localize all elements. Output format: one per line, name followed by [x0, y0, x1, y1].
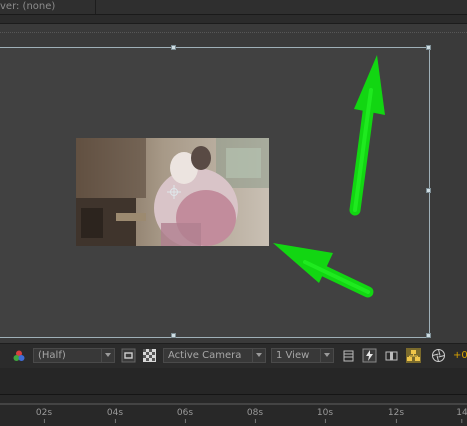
time-tick: 14 — [456, 408, 467, 423]
view-layout-value: 1 View — [276, 350, 310, 361]
resize-handle-top-right[interactable] — [426, 45, 431, 50]
chevron-down-icon — [252, 349, 265, 362]
grid-icon[interactable] — [341, 348, 356, 363]
exposure-value[interactable]: +0 — [453, 349, 467, 363]
resize-handle-bottom-right[interactable] — [426, 333, 431, 338]
header-divider — [95, 0, 96, 14]
shutter-icon[interactable] — [431, 348, 446, 363]
viewer-header: ver: (none) — [0, 0, 467, 15]
view-layout-dropdown[interactable]: 1 View — [271, 348, 334, 363]
anchor-point-icon[interactable] — [167, 185, 181, 199]
ruler-track — [0, 403, 467, 405]
time-tick: 04s — [107, 408, 123, 423]
time-tick: 06s — [177, 408, 193, 423]
pasteboard-guide — [0, 32, 467, 33]
resize-handle-middle-right[interactable] — [426, 188, 431, 193]
time-tick: 02s — [36, 408, 52, 423]
flowchart-icon[interactable] — [406, 348, 421, 363]
chevron-down-icon — [101, 349, 114, 362]
transparency-grid-icon[interactable] — [142, 348, 157, 363]
layer-label: ver: (none) — [0, 1, 56, 12]
camera-value: Active Camera — [168, 350, 242, 361]
time-tick: 08s — [247, 408, 263, 423]
viewer-controls-bar: (Half) Active Camera 1 View +0 — [0, 343, 467, 369]
resolution-dropdown[interactable]: (Half) — [33, 348, 115, 363]
time-tick: 12s — [388, 408, 404, 423]
time-tick: 10s — [317, 408, 333, 423]
color-channels-icon[interactable] — [12, 349, 26, 363]
region-of-interest-icon[interactable] — [121, 348, 136, 363]
resize-handle-top-middle[interactable] — [171, 45, 176, 50]
viewer-tab-strip — [0, 15, 467, 24]
resize-handle-bottom-middle[interactable] — [171, 333, 176, 338]
timeline-icon[interactable] — [384, 348, 399, 363]
chevron-down-icon — [320, 349, 333, 362]
time-ruler[interactable]: 02s 04s 06s 08s 10s 12s 14 — [0, 395, 467, 426]
resolution-value: (Half) — [38, 350, 66, 361]
timeline-panel-header — [0, 368, 467, 395]
fast-preview-icon[interactable] — [362, 348, 377, 363]
camera-dropdown[interactable]: Active Camera — [163, 348, 266, 363]
